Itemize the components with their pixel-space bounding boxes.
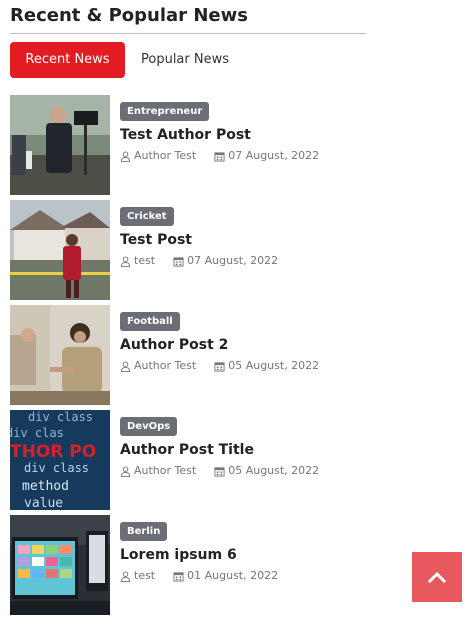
post-date-text: 07 August, 2022 — [187, 254, 279, 267]
list-item: div class div clas THOR PO div class met… — [10, 410, 366, 510]
category-badge[interactable]: Entrepreneur — [120, 102, 210, 121]
post-author[interactable]: Author Test — [120, 149, 196, 163]
post-date: 05 August, 2022 — [214, 359, 319, 373]
post-title[interactable]: Test Post — [120, 231, 278, 249]
title-divider — [10, 33, 366, 34]
post-author[interactable]: Author Test — [120, 464, 196, 478]
calendar-icon — [214, 151, 225, 162]
post-author-name: Author Test — [134, 464, 197, 477]
post-info: DevOps Author Post Title Author Test 05 … — [110, 410, 319, 510]
user-icon — [120, 255, 131, 267]
code-text-3: div class — [24, 461, 89, 475]
post-title[interactable]: Test Author Post — [120, 126, 319, 144]
post-date-text: 01 August, 2022 — [187, 569, 279, 582]
user-icon — [120, 465, 131, 477]
post-thumbnail[interactable] — [10, 95, 110, 195]
post-thumbnail[interactable] — [10, 515, 110, 615]
widget-title: Recent & Popular News — [10, 5, 248, 26]
code-text-5: value — [24, 496, 63, 510]
calendar-icon — [214, 466, 225, 477]
post-info: Cricket Test Post test 07 August, 2022 — [110, 200, 278, 300]
recent-popular-news-widget: Recent & Popular News Recent News Popula… — [10, 0, 366, 620]
post-meta: Author Test 05 August, 2022 — [120, 464, 319, 478]
post-thumbnail[interactable] — [10, 200, 110, 300]
post-author-name: Author Test — [134, 359, 197, 372]
category-badge[interactable]: Cricket — [120, 207, 174, 226]
code-text-1: div class — [28, 410, 93, 424]
category-badge[interactable]: Football — [120, 312, 180, 331]
post-meta: Author Test 05 August, 2022 — [120, 359, 319, 373]
post-thumbnail[interactable]: div class div clas THOR PO div class met… — [10, 410, 110, 510]
calendar-icon — [173, 256, 184, 267]
post-meta: test 01 August, 2022 — [120, 569, 278, 583]
list-item: Berlin Lorem ipsum 6 test 01 August, 202… — [10, 515, 366, 615]
back-to-top-button[interactable] — [412, 552, 462, 602]
calendar-icon — [173, 571, 184, 582]
tab-popular-news[interactable]: Popular News — [141, 42, 229, 78]
post-date: 01 August, 2022 — [173, 569, 278, 583]
chevron-up-icon — [428, 571, 446, 583]
post-date-text: 05 August, 2022 — [228, 359, 320, 372]
list-item: Football Author Post 2 Author Test 05 Au… — [10, 305, 366, 405]
post-thumbnail[interactable] — [10, 305, 110, 405]
tab-recent-news[interactable]: Recent News — [10, 42, 125, 78]
post-info: Berlin Lorem ipsum 6 test 01 August, 202… — [110, 515, 278, 615]
user-icon — [120, 360, 131, 372]
post-title[interactable]: Lorem ipsum 6 — [120, 546, 278, 564]
user-icon — [120, 570, 131, 582]
post-title[interactable]: Author Post Title — [120, 441, 319, 459]
post-author[interactable]: Author Test — [120, 359, 196, 373]
list-item: Cricket Test Post test 07 August, 2022 — [10, 200, 366, 300]
post-date: 05 August, 2022 — [214, 464, 319, 478]
post-info: Football Author Post 2 Author Test 05 Au… — [110, 305, 319, 405]
post-author-name: Author Test — [134, 149, 197, 162]
code-text-4: method — [22, 479, 69, 494]
post-meta: Author Test 07 August, 2022 — [120, 149, 319, 163]
post-meta: test 07 August, 2022 — [120, 254, 278, 268]
post-info: Entrepreneur Test Author Post Author Tes… — [110, 95, 319, 195]
post-title[interactable]: Author Post 2 — [120, 336, 319, 354]
news-tabs: Recent News Popular News — [10, 42, 366, 78]
category-badge[interactable]: DevOps — [120, 417, 178, 436]
post-date: 07 August, 2022 — [214, 149, 319, 163]
post-author-name: test — [134, 254, 156, 267]
category-badge[interactable]: Berlin — [120, 522, 168, 541]
user-icon — [120, 150, 131, 162]
list-item: Entrepreneur Test Author Post Author Tes… — [10, 95, 366, 195]
thumb-overlay-text: THOR PO — [10, 442, 96, 462]
calendar-icon — [214, 361, 225, 372]
post-date-text: 05 August, 2022 — [228, 464, 320, 477]
post-author[interactable]: test — [120, 254, 155, 268]
post-author-name: test — [134, 569, 156, 582]
code-text-2: div clas — [10, 426, 64, 440]
post-author[interactable]: test — [120, 569, 155, 583]
post-date: 07 August, 2022 — [173, 254, 278, 268]
news-list: Entrepreneur Test Author Post Author Tes… — [10, 95, 366, 615]
post-date-text: 07 August, 2022 — [228, 149, 320, 162]
